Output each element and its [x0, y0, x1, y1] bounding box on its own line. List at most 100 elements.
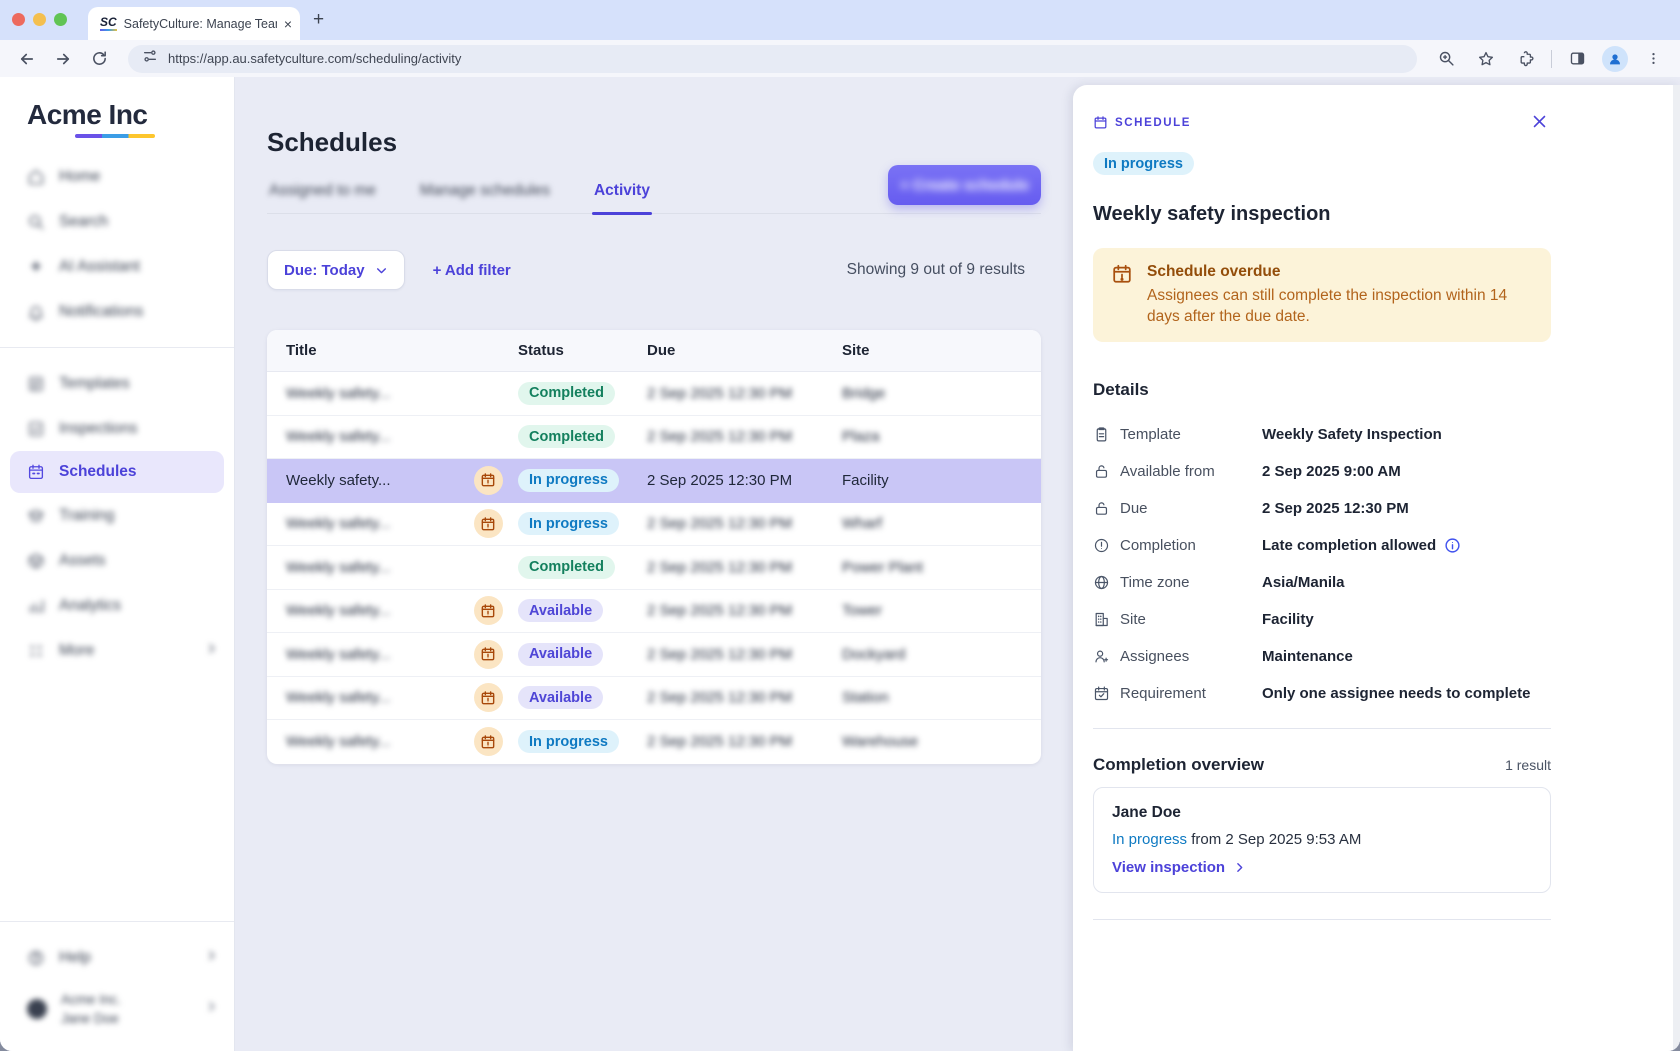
sidebar-item-home[interactable]: Home [0, 154, 234, 199]
calendar-overdue-icon [480, 472, 496, 488]
building-icon [1093, 611, 1110, 628]
org-logo-text: Acme Inc [27, 99, 234, 131]
new-tab-button[interactable]: + [313, 9, 324, 31]
sidebar-item-inspections[interactable]: Inspections [0, 406, 234, 451]
detail-label: Due [1093, 500, 1262, 517]
completion-card: Jane Doe In progress from 2 Sep 2025 9:5… [1093, 787, 1551, 893]
sidebar-item-assets[interactable]: Assets [0, 538, 234, 583]
chevron-right-icon [1233, 861, 1246, 874]
help-icon [27, 949, 45, 967]
browser-menu-icon[interactable] [1638, 44, 1668, 74]
assignee-name: Jane Doe [1112, 804, 1532, 822]
back-icon[interactable] [12, 44, 42, 74]
row-status: Available [518, 599, 647, 622]
close-panel-icon[interactable] [1531, 113, 1548, 135]
inspections-icon [27, 420, 45, 438]
page-title: Schedules [267, 127, 1041, 158]
detail-value: Weekly Safety Inspection [1262, 426, 1442, 443]
sidebar-item-search[interactable]: Search [0, 199, 234, 244]
extensions-icon[interactable] [1511, 44, 1541, 74]
side-panel-icon[interactable] [1562, 44, 1592, 74]
row-status: Available [518, 686, 647, 709]
assignees-icon [1093, 648, 1110, 665]
row-site: Tower [842, 602, 1041, 619]
site-controls-icon[interactable] [142, 48, 158, 69]
row-status: In progress [518, 469, 647, 492]
panel-kicker: SCHEDULE [1093, 115, 1680, 130]
table-row[interactable]: Weekly safety...Available2 Sep 2025 12:3… [267, 590, 1041, 634]
detail-value: Only one assignee needs to complete [1262, 685, 1530, 702]
row-status: Available [518, 643, 647, 666]
table-row[interactable]: Weekly safety...Available2 Sep 2025 12:3… [267, 633, 1041, 677]
globe-icon [1093, 574, 1110, 591]
table-row[interactable]: Weekly safety...In progress2 Sep 2025 12… [267, 459, 1041, 503]
schedules-table: Title Status Due Site Weekly safety...Co… [267, 330, 1041, 764]
url-bar[interactable]: https://app.au.safetyculture.com/schedul… [128, 45, 1417, 73]
sidebar-item-analytics[interactable]: Analytics [0, 583, 234, 628]
detail-label: Requirement [1093, 685, 1262, 702]
due-filter-dropdown[interactable]: Due: Today [267, 250, 405, 290]
row-status: Completed [518, 556, 647, 579]
url-text: https://app.au.safetyculture.com/schedul… [168, 51, 461, 66]
chevron-right-icon [205, 642, 218, 660]
sidebar-item-training[interactable]: Training [0, 493, 234, 538]
row-due: 2 Sep 2025 12:30 PM [647, 602, 842, 619]
table-row[interactable]: Weekly safety...Completed2 Sep 2025 12:3… [267, 416, 1041, 460]
table-row[interactable]: Weekly safety...Completed2 Sep 2025 12:3… [267, 372, 1041, 416]
browser-window: SC SafetyCulture: Manage Teams and... × … [0, 0, 1680, 1051]
reload-icon[interactable] [84, 44, 114, 74]
safetyculture-favicon: SC [100, 16, 117, 31]
sidebar-item-ai-assistant[interactable]: AI Assistant [0, 244, 234, 289]
templates-icon [27, 375, 45, 393]
overdue-badge [474, 727, 503, 756]
row-due: 2 Sep 2025 12:30 PM [647, 428, 842, 445]
unlock-icon [1093, 463, 1110, 480]
row-status: Completed [518, 382, 647, 405]
sidebar-item-schedules[interactable]: Schedules [10, 451, 224, 493]
schedule-title: Weekly safety inspection [1093, 203, 1680, 226]
sidebar-item-templates[interactable]: Templates [0, 361, 234, 406]
bookmark-star-icon[interactable] [1471, 44, 1501, 74]
add-filter-button[interactable]: + Add filter [433, 262, 511, 279]
overdue-badge [474, 683, 503, 712]
table-row[interactable]: Weekly safety...Available2 Sep 2025 12:3… [267, 677, 1041, 721]
row-overdue-cell [458, 466, 518, 495]
table-row[interactable]: Weekly safety...Completed2 Sep 2025 12:3… [267, 546, 1041, 590]
browser-profile-avatar[interactable] [1602, 46, 1628, 72]
calendar-icon [27, 463, 45, 481]
tab-close-icon[interactable]: × [284, 16, 292, 32]
row-site: Facility [842, 472, 1041, 489]
table-row[interactable]: Weekly safety...In progress2 Sep 2025 12… [267, 503, 1041, 547]
filter-row: Due: Today + Add filter Showing 9 out of… [267, 250, 1041, 290]
zoom-page-icon[interactable] [1431, 44, 1461, 74]
browser-tab[interactable]: SC SafetyCulture: Manage Teams and... × [88, 7, 300, 40]
chevron-down-icon [375, 264, 388, 277]
forward-icon[interactable] [48, 44, 78, 74]
detail-row: TemplateWeekly Safety Inspection [1093, 416, 1680, 453]
row-title: Weekly safety... [267, 646, 458, 663]
row-title: Weekly safety... [267, 733, 458, 750]
home-icon [27, 168, 45, 186]
tab-assigned-to-me[interactable]: Assigned to me [267, 182, 378, 213]
calendar-check-icon [1093, 685, 1110, 702]
view-inspection-link[interactable]: View inspection [1112, 859, 1532, 876]
create-schedule-button[interactable]: + Create schedule [888, 165, 1041, 205]
sidebar-item-notifications[interactable]: Notifications [0, 289, 234, 334]
calendar-alert-icon [1111, 263, 1133, 285]
row-title: Weekly safety... [267, 428, 458, 445]
alert-body: Assignees can still complete the inspect… [1147, 285, 1521, 327]
sidebar-item-help[interactable]: Help [0, 935, 234, 980]
close-window-button[interactable] [12, 13, 25, 26]
detail-label: Time zone [1093, 574, 1262, 591]
toolbar-divider [1551, 50, 1552, 68]
sidebar-item-more[interactable]: More [0, 628, 234, 673]
zoom-window-button[interactable] [54, 13, 67, 26]
sidebar-divider [0, 347, 234, 348]
tab-activity[interactable]: Activity [592, 182, 652, 213]
tab-manage-schedules[interactable]: Manage schedules [418, 182, 552, 213]
account-switcher[interactable]: Acme Inc. Jane Doe [0, 980, 234, 1038]
minimize-window-button[interactable] [33, 13, 46, 26]
table-row[interactable]: Weekly safety...In progress2 Sep 2025 12… [267, 720, 1041, 764]
row-overdue-cell [458, 727, 518, 756]
details-section: Details TemplateWeekly Safety Inspection… [1093, 380, 1680, 712]
